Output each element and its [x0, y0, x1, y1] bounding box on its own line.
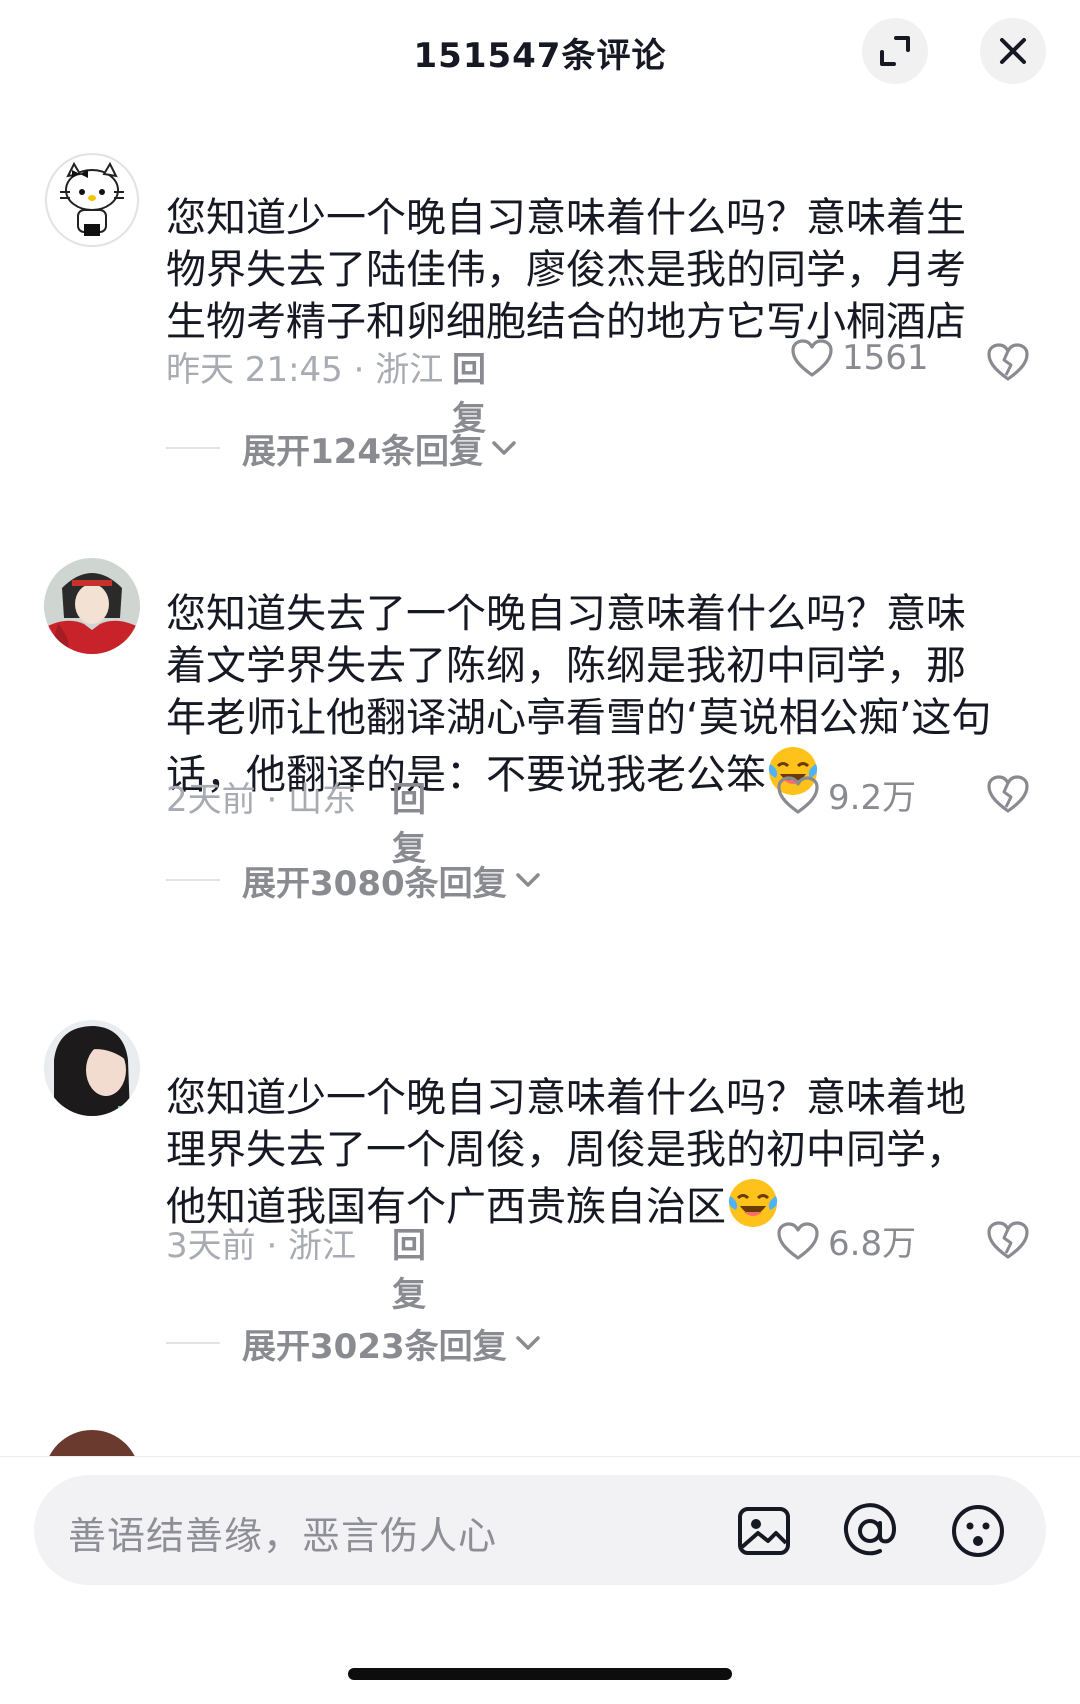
emoji-icon[interactable]: [948, 1501, 1008, 1561]
comment-meta: 3天前 · 浙江 回复: [166, 1218, 426, 1315]
dislike-button[interactable]: [986, 342, 1030, 386]
comment-text: 您知道少一个晚自习意味着什么吗？意味着生 物界失去了陆佳伟，廖俊杰是我的同学，月…: [166, 195, 966, 345]
reply-button[interactable]: 回复: [392, 1218, 426, 1316]
heart-icon: [777, 775, 819, 814]
comment-time-location: 昨天 21:45 · 浙江: [166, 350, 444, 390]
avatar[interactable]: [44, 1020, 140, 1116]
at-icon[interactable]: [840, 1501, 900, 1561]
expand-replies-label: 展开3080条回复: [242, 863, 507, 904]
close-button[interactable]: [980, 18, 1046, 84]
chevron-down-icon: [515, 873, 540, 887]
heart-icon: [777, 1221, 819, 1260]
expand-replies-label: 展开124条回复: [242, 431, 483, 472]
like-count: 9.2万: [828, 778, 917, 818]
comment-time-location: 2天前 · 山东: [166, 780, 357, 820]
expand-replies[interactable]: 展开124条回复: [166, 423, 519, 473]
expand-button[interactable]: [862, 18, 928, 84]
close-icon: [1000, 38, 1026, 64]
broken-heart-icon: [987, 775, 1029, 813]
heart-icon: [791, 339, 833, 377]
expand-icon: [880, 36, 910, 66]
comment-text: 您知道少一个晚自习意味着什么吗？意味着地 理界失去了一个周俊，周俊是我的初中同学…: [166, 1075, 966, 1230]
broken-heart-icon: [987, 1221, 1029, 1259]
like-button[interactable]: 6.8万: [776, 1216, 916, 1265]
expand-replies[interactable]: 展开3023条回复: [166, 1318, 543, 1368]
comment-meta: 2天前 · 山东 回复: [166, 772, 426, 869]
comments-header: 151547条评论: [0, 0, 1080, 110]
broken-heart-icon: [987, 343, 1029, 381]
home-indicator[interactable]: [348, 1668, 732, 1680]
comment-input[interactable]: 善语结善缘，恶言伤人心: [34, 1475, 1046, 1585]
divider-line: [166, 879, 220, 881]
comment-meta: 昨天 21:45 · 浙江 回复: [166, 342, 486, 439]
divider-line: [166, 1342, 220, 1344]
like-count: 1561: [842, 338, 929, 378]
dislike-button[interactable]: [986, 1220, 1030, 1264]
comment-input-placeholder: 善语结善缘，恶言伤人心: [68, 1514, 498, 1558]
comment-time-location: 3天前 · 浙江: [166, 1226, 357, 1266]
like-button[interactable]: 1561: [790, 338, 929, 378]
expand-replies[interactable]: 展开3080条回复: [166, 855, 543, 905]
expand-replies-label: 展开3023条回复: [242, 1326, 507, 1367]
dislike-button[interactable]: [986, 774, 1030, 818]
divider-line: [166, 447, 220, 449]
chevron-down-icon: [492, 441, 516, 455]
avatar[interactable]: [44, 558, 140, 654]
avatar[interactable]: [44, 152, 140, 248]
chevron-down-icon: [515, 1336, 540, 1350]
comment-input-bar: 善语结善缘，恶言伤人心: [0, 1456, 1080, 1704]
image-icon[interactable]: [734, 1501, 794, 1561]
like-button[interactable]: 9.2万: [776, 770, 916, 819]
like-count: 6.8万: [828, 1224, 917, 1264]
laugh-cry-emoji-icon: [728, 1179, 778, 1227]
